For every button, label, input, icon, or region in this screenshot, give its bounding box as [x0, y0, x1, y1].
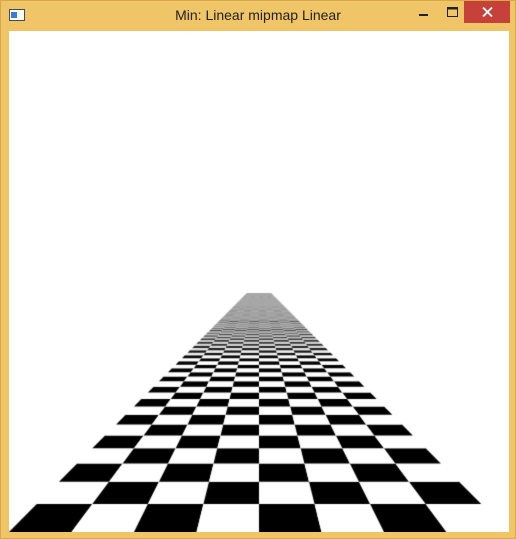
- minimize-icon: [419, 14, 428, 16]
- minimize-button[interactable]: [409, 1, 439, 23]
- close-icon: [481, 7, 493, 17]
- checkerboard-plane: [9, 31, 509, 532]
- maximize-icon: [446, 7, 458, 17]
- title-bar[interactable]: Min: Linear mipmap Linear: [1, 1, 515, 31]
- app-window-icon: [9, 9, 25, 21]
- maximize-button[interactable]: [437, 1, 467, 23]
- render-viewport[interactable]: [9, 31, 509, 532]
- app-window: Min: Linear mipmap Linear: [0, 0, 516, 539]
- close-button[interactable]: [464, 1, 510, 23]
